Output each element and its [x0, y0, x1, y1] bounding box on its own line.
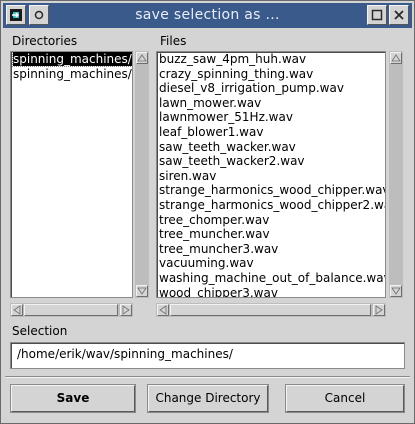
- directories-vertical-scrollbar[interactable]: [135, 51, 149, 298]
- files-label: Files: [160, 34, 187, 48]
- change-directory-button[interactable]: Change Directory: [148, 385, 268, 412]
- scroll-up-arrow-icon[interactable]: [136, 52, 148, 64]
- scroll-down-arrow-icon[interactable]: [136, 285, 148, 297]
- file-item[interactable]: lawnmower_51Hz.wav: [157, 110, 385, 125]
- file-item[interactable]: washing_machine_out_of_balance.wav: [157, 271, 385, 286]
- horizontal-scroll-thumb[interactable]: [24, 304, 118, 316]
- app-menu-icon[interactable]: [6, 5, 26, 25]
- save-button[interactable]: Save: [11, 385, 135, 412]
- file-item[interactable]: siren.wav: [157, 169, 385, 184]
- file-item[interactable]: saw_teeth_wacker.wav: [157, 140, 385, 155]
- scroll-left-arrow-icon[interactable]: [157, 304, 169, 316]
- files-list[interactable]: buzz_saw_4pm_huh.wav crazy_spinning_thing…: [156, 51, 386, 298]
- window-title: save selection as ...: [135, 7, 280, 23]
- file-item[interactable]: buzz_saw_4pm_huh.wav: [157, 52, 385, 67]
- file-item[interactable]: strange_harmonics_wood_chipper2.wav: [157, 198, 385, 213]
- maximize-icon[interactable]: [367, 5, 387, 25]
- directory-item[interactable]: spinning_machines/..: [11, 67, 132, 82]
- file-item[interactable]: saw_teeth_wacker2.wav: [157, 154, 385, 169]
- directories-label: Directories: [12, 34, 78, 48]
- directories-horizontal-scrollbar[interactable]: [10, 303, 133, 317]
- files-horizontal-scrollbar[interactable]: [156, 303, 386, 317]
- close-icon[interactable]: [389, 5, 409, 25]
- selection-input[interactable]: /home/erik/wav/spinning_machines/: [10, 342, 405, 369]
- circle-icon[interactable]: [29, 5, 49, 25]
- separator: [5, 376, 410, 378]
- scroll-right-arrow-icon[interactable]: [120, 304, 132, 316]
- title-bar[interactable]: save selection as ...: [3, 3, 412, 28]
- file-item[interactable]: diesel_v8_irrigation_pump.wav: [157, 81, 385, 96]
- file-item[interactable]: strange_harmonics_wood_chipper.wav: [157, 183, 385, 198]
- file-item[interactable]: leaf_blower1.wav: [157, 125, 385, 140]
- scroll-left-arrow-icon[interactable]: [11, 304, 23, 316]
- file-item[interactable]: vacuuming.wav: [157, 256, 385, 271]
- directory-item[interactable]: spinning_machines/.: [11, 52, 132, 67]
- selection-label: Selection: [12, 324, 68, 338]
- file-item[interactable]: tree_muncher3.wav: [157, 242, 385, 257]
- file-item[interactable]: tree_muncher.wav: [157, 227, 385, 242]
- cancel-button[interactable]: Cancel: [286, 385, 404, 412]
- horizontal-scroll-thumb[interactable]: [170, 304, 371, 316]
- file-item[interactable]: wood_chipper3.wav: [157, 286, 385, 298]
- file-item[interactable]: tree_chomper.wav: [157, 213, 385, 228]
- scroll-right-arrow-icon[interactable]: [373, 304, 385, 316]
- save-selection-dialog: save selection as ... Directories Files …: [0, 0, 415, 424]
- file-item[interactable]: lawn_mower.wav: [157, 96, 385, 111]
- file-item[interactable]: crazy_spinning_thing.wav: [157, 67, 385, 82]
- scroll-down-arrow-icon[interactable]: [390, 285, 402, 297]
- directories-list[interactable]: spinning_machines/. spinning_machines/..: [10, 51, 133, 298]
- scroll-up-arrow-icon[interactable]: [390, 52, 402, 64]
- files-vertical-scrollbar[interactable]: [389, 51, 403, 298]
